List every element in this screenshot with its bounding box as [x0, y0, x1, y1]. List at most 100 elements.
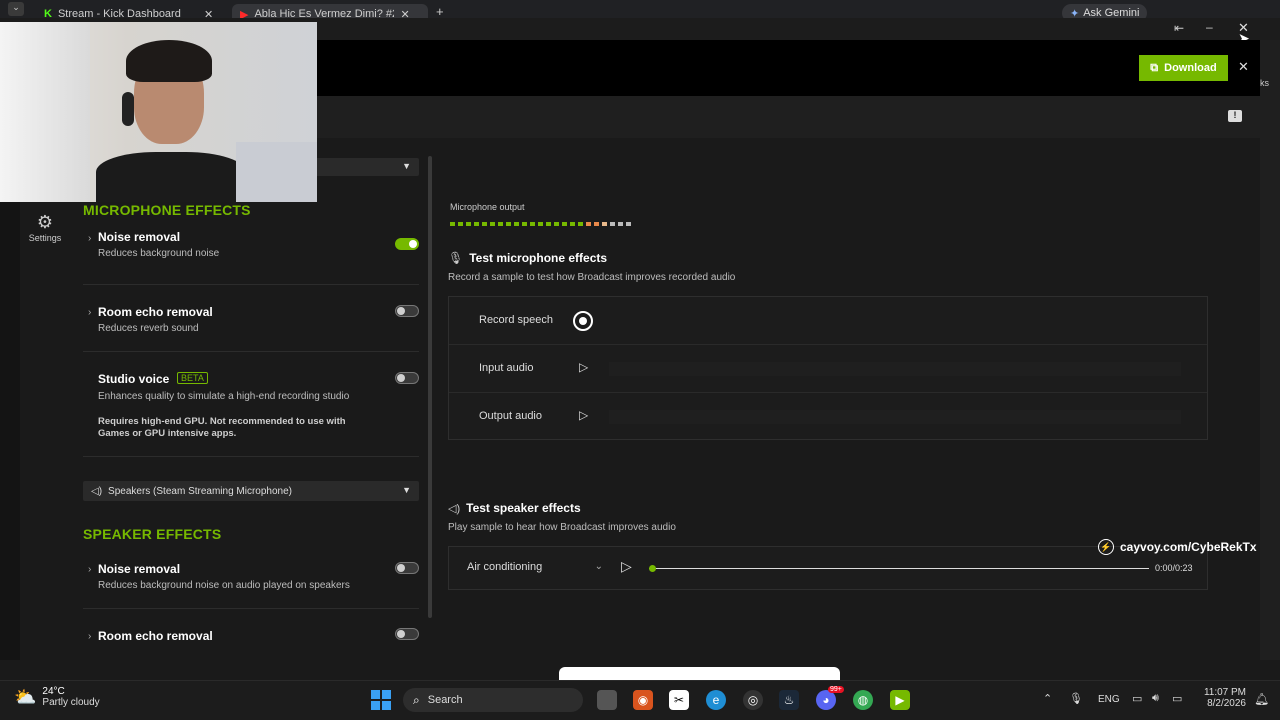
minimize-button[interactable]: –	[1206, 20, 1213, 34]
effect-description: Enhances quality to simulate a high-end …	[98, 391, 350, 402]
record-button[interactable]	[573, 311, 593, 331]
person-body	[96, 152, 246, 202]
sample-select[interactable]: Air conditioning ⌄	[467, 561, 603, 577]
sample-time: 0:00/0:23	[1155, 563, 1193, 573]
speaker-noise-removal-item[interactable]: › Noise removal Reduces background noise…	[83, 562, 419, 602]
microphone-tray-icon[interactable]: 🎙︎	[1069, 692, 1083, 705]
network-icon[interactable]: ▭	[1132, 692, 1142, 705]
task-view-icon[interactable]	[597, 690, 617, 710]
input-audio-waveform	[609, 362, 1181, 376]
beta-badge: BETA	[177, 372, 208, 384]
clock-date: 8/2/2026	[1207, 698, 1246, 709]
nvidia-icon[interactable]: ▶	[890, 690, 910, 710]
meter-segment	[514, 222, 519, 226]
mic-noise-removal-item[interactable]: › Noise removal Reduces background noise	[83, 230, 419, 270]
speaker-test-title: Test speaker effects	[466, 501, 581, 515]
play-sample-icon[interactable]: ▷	[621, 558, 632, 575]
steam-icon[interactable]: ♨	[779, 690, 799, 710]
effect-title: Room echo removal	[98, 629, 213, 643]
start-button[interactable]	[371, 690, 391, 710]
windows-logo-icon	[371, 690, 380, 699]
capcut-icon[interactable]: ✂	[669, 690, 689, 710]
tab-title: Abla Hic Es Vermez Dimi? #25F	[254, 8, 394, 18]
play-input-audio-icon[interactable]: ▷	[579, 360, 588, 374]
mic-noise-removal-toggle[interactable]	[395, 238, 419, 250]
language-indicator[interactable]: ENG	[1098, 694, 1120, 705]
youtube-icon: ▶	[240, 8, 249, 19]
studio-voice-toggle[interactable]	[395, 372, 419, 384]
meter-segment	[530, 222, 535, 226]
progress-handle[interactable]	[649, 565, 656, 572]
kick-icon: K	[44, 8, 52, 18]
windows-logo-quad	[382, 690, 391, 699]
notifications-icon[interactable]: 🔔︎	[1254, 692, 1269, 706]
browser-side-panel: ks	[1260, 40, 1280, 660]
battery-icon[interactable]: ▭	[1172, 692, 1182, 705]
taskbar-search[interactable]: ⌕ Search	[403, 688, 583, 712]
meter-segment	[458, 222, 463, 226]
notification-badge: 99+	[828, 686, 844, 693]
dock-icon[interactable]: ⇤	[1174, 21, 1184, 35]
effect-title: Noise removal	[98, 562, 181, 576]
clock[interactable]: 11:07 PM 8/2/2026	[1198, 687, 1246, 709]
input-audio-row: Input audio ▷	[449, 345, 1207, 393]
tab-close-icon[interactable]: ✕	[400, 8, 409, 19]
mic-test-title: Test microphone effects	[469, 251, 608, 265]
clock-time: 11:07 PM	[1203, 687, 1246, 698]
external-link-icon: ⧉	[1150, 61, 1159, 74]
meter-segment	[482, 222, 487, 226]
browser-tab-kick[interactable]: K Stream - Kick Dashboard ✕	[36, 4, 221, 18]
sample-progress-track[interactable]	[649, 565, 1149, 572]
volume-icon[interactable]: 🔊︎	[1152, 692, 1159, 705]
obs-icon[interactable]: ◎	[743, 690, 763, 710]
person-hair	[126, 40, 212, 82]
divider	[83, 608, 419, 609]
input-audio-label: Input audio	[479, 362, 534, 374]
new-tab-button[interactable]: +	[436, 4, 444, 18]
effect-title: Noise removal	[98, 230, 181, 244]
chevron-down-icon: ⌄	[594, 561, 603, 572]
tab-list-chevron-icon[interactable]: ⌄	[8, 2, 24, 16]
edge-icon[interactable]: e	[706, 690, 726, 710]
speaker-room-echo-item[interactable]: › Room echo removal	[83, 628, 419, 649]
ask-gemini-button[interactable]: ✦ Ask Gemini	[1062, 4, 1148, 18]
speaker-device-dropdown[interactable]: ◁) Speakers (Steam Streaming Microphone)…	[83, 481, 419, 501]
feedback-icon[interactable]: !	[1228, 110, 1242, 122]
curtain-shape	[0, 22, 90, 202]
discord-icon[interactable]: ◕	[816, 690, 836, 710]
side-panel-label: ks	[1260, 78, 1269, 88]
chevron-right-icon: ›	[88, 233, 92, 244]
play-output-audio-icon[interactable]: ▷	[579, 408, 588, 422]
caret-down-icon: ▼	[402, 161, 411, 171]
speaker-room-echo-toggle[interactable]	[395, 628, 419, 640]
mic-room-echo-item[interactable]: › Room echo removal Reduces reverb sound	[83, 305, 419, 345]
app-icon-orange[interactable]: ◉	[633, 690, 653, 710]
weather-desc: Partly cloudy	[42, 697, 100, 708]
meter-segment	[546, 222, 551, 226]
divider	[83, 456, 419, 457]
output-audio-row: Output audio ▷	[449, 393, 1207, 441]
mic-test-subtitle: Record a sample to test how Broadcast im…	[448, 272, 736, 283]
meter-segment	[450, 222, 455, 226]
settings-nav-item[interactable]: ⚙ Settings	[20, 212, 70, 243]
chrome-icon[interactable]: ◍	[853, 690, 873, 710]
mic-room-echo-toggle[interactable]	[395, 305, 419, 317]
meter-segment	[554, 222, 559, 226]
studio-voice-item[interactable]: Studio voice BETA Enhances quality to si…	[83, 372, 419, 444]
close-banner-icon[interactable]: ✕	[1238, 59, 1249, 75]
meter-segment	[522, 222, 527, 226]
tab-close-icon[interactable]: ✕	[204, 8, 213, 19]
browser-tab-youtube[interactable]: ▶ Abla Hic Es Vermez Dimi? #25F ✕	[232, 4, 428, 18]
speaker-noise-removal-toggle[interactable]	[395, 562, 419, 574]
meter-segment	[474, 222, 479, 226]
watermark-text: cayvoy.com/CybeRekTx	[1120, 540, 1257, 554]
test-panel: Microphone output 🎙︎ Test microphone eff…	[432, 138, 1260, 660]
watermark-overlay: ⚡ cayvoy.com/CybeRekTx	[1098, 539, 1257, 555]
meter-segment	[490, 222, 495, 226]
weather-widget[interactable]: ⛅ 24°C Partly cloudy	[14, 686, 100, 708]
tray-overflow-icon[interactable]: ⌃	[1043, 692, 1052, 705]
download-button[interactable]: ⧉ Download	[1139, 55, 1228, 81]
caret-down-icon: ▼	[402, 485, 411, 495]
speaker-device-label: Speakers (Steam Streaming Microphone)	[108, 485, 293, 497]
page-bottom-strip	[0, 660, 1280, 680]
